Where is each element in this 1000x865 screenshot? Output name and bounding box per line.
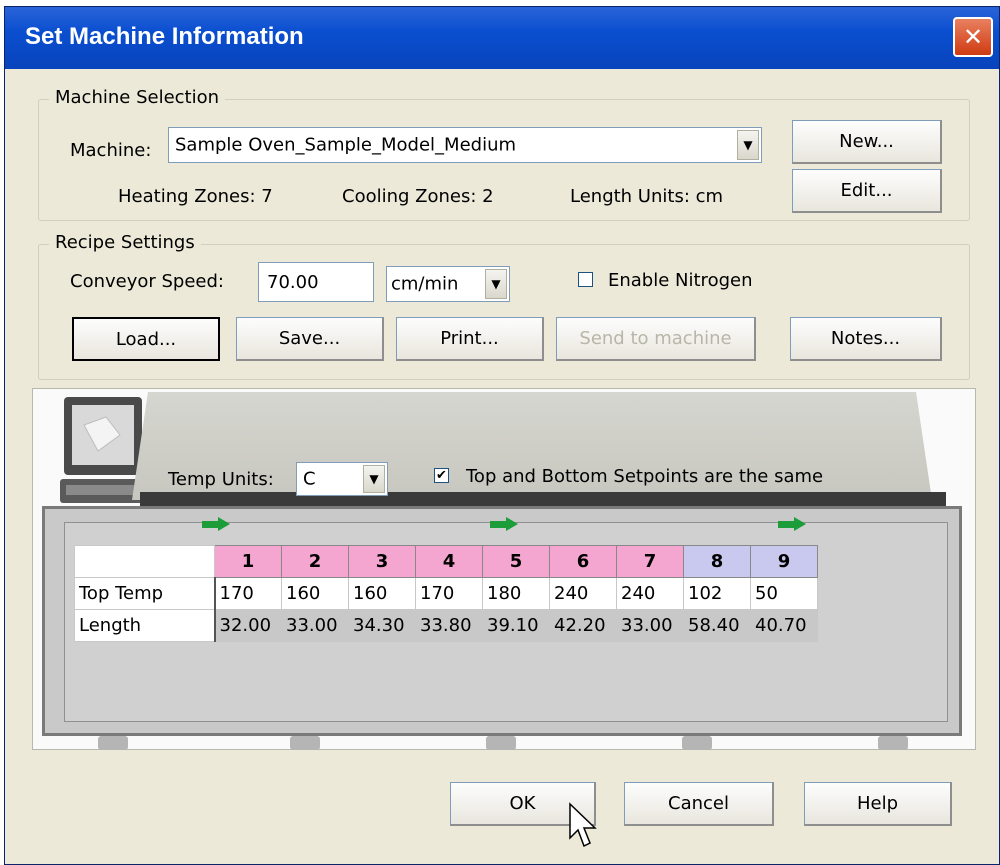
speed-unit-value: cm/min xyxy=(391,273,459,295)
length-row: Length 32.00 33.00 34.30 33.80 39.10 42.… xyxy=(74,609,818,642)
top-temp-cell[interactable]: 160 xyxy=(281,577,349,610)
oven-foot xyxy=(290,736,320,750)
zone-header[interactable]: 5 xyxy=(482,545,550,578)
length-cell: 39.10 xyxy=(482,609,550,642)
top-temp-cell[interactable]: 102 xyxy=(683,577,751,610)
top-temp-row-label: Top Temp xyxy=(74,577,216,610)
new-machine-button[interactable]: New... xyxy=(792,120,942,164)
heating-zones-info: Heating Zones: 7 xyxy=(118,186,273,207)
same-setpoints-checkbox[interactable]: ✔ xyxy=(434,468,449,483)
zone-header[interactable]: 2 xyxy=(281,545,349,578)
cancel-button[interactable]: Cancel xyxy=(624,782,774,826)
zone-header[interactable]: 3 xyxy=(348,545,416,578)
zone-header[interactable]: 4 xyxy=(415,545,483,578)
machine-select[interactable]: Sample Oven_Sample_Model_Medium ▼ xyxy=(168,127,762,163)
help-button[interactable]: Help xyxy=(804,782,952,826)
length-cell: 58.40 xyxy=(683,609,751,642)
machine-select-value: Sample Oven_Sample_Model_Medium xyxy=(175,134,517,156)
speed-unit-select[interactable]: cm/min ▼ xyxy=(386,266,510,302)
top-temp-cell[interactable]: 240 xyxy=(549,577,617,610)
zone-header[interactable]: 8 xyxy=(683,545,751,578)
top-temp-cell[interactable]: 160 xyxy=(348,577,416,610)
chevron-down-icon[interactable]: ▼ xyxy=(485,269,507,299)
machine-label: Machine: xyxy=(70,140,152,161)
oven-foot xyxy=(878,736,908,750)
cooling-zones-info: Cooling Zones: 2 xyxy=(342,186,494,207)
table-corner xyxy=(74,545,215,578)
length-cell: 42.20 xyxy=(549,609,617,642)
length-cell: 33.00 xyxy=(616,609,684,642)
flow-arrow-icon xyxy=(490,517,520,531)
chevron-down-icon[interactable]: ▼ xyxy=(363,465,385,493)
notes-button[interactable]: Notes... xyxy=(790,317,942,361)
save-button[interactable]: Save... xyxy=(236,317,384,361)
zones-table: 1 2 3 4 5 6 7 8 9 Top Temp 170 160 160 1… xyxy=(74,545,818,642)
zone-header[interactable]: 7 xyxy=(616,545,684,578)
length-cell: 34.30 xyxy=(348,609,416,642)
zone-header-row: 1 2 3 4 5 6 7 8 9 xyxy=(74,545,818,578)
conveyor-speed-label: Conveyor Speed: xyxy=(70,271,224,292)
temp-units-value: C xyxy=(303,468,316,490)
edit-machine-button[interactable]: Edit... xyxy=(792,169,942,213)
length-cell: 40.70 xyxy=(750,609,818,642)
dialog-title: Set Machine Information xyxy=(25,23,304,50)
chevron-down-icon[interactable]: ▼ xyxy=(737,130,759,160)
flow-arrow-icon xyxy=(778,517,808,531)
top-temp-cell[interactable]: 170 xyxy=(415,577,483,610)
send-to-machine-button: Send to machine xyxy=(556,317,756,361)
oven-foot xyxy=(486,736,516,750)
title-bar[interactable]: Set Machine Information ✕ xyxy=(5,7,999,69)
oven-foot xyxy=(682,736,712,750)
zone-header[interactable]: 1 xyxy=(214,545,282,578)
temp-units-select[interactable]: C ▼ xyxy=(296,462,388,496)
top-temp-cell[interactable]: 50 xyxy=(750,577,818,610)
close-button[interactable]: ✕ xyxy=(953,17,993,57)
top-temp-cell[interactable]: 170 xyxy=(214,577,282,610)
machine-selection-legend: Machine Selection xyxy=(49,87,226,108)
load-button[interactable]: Load... xyxy=(72,317,220,361)
top-temp-cell[interactable]: 180 xyxy=(482,577,550,610)
oven-hood-edge xyxy=(140,492,946,506)
mouse-cursor-icon xyxy=(569,802,597,848)
zone-header[interactable]: 6 xyxy=(549,545,617,578)
top-temp-row: Top Temp 170 160 160 170 180 240 240 102… xyxy=(74,577,818,610)
top-temp-cell[interactable]: 240 xyxy=(616,577,684,610)
length-units-info: Length Units: cm xyxy=(570,186,724,207)
zone-header[interactable]: 9 xyxy=(750,545,818,578)
enable-nitrogen-checkbox[interactable] xyxy=(578,272,593,287)
temp-units-label: Temp Units: xyxy=(168,469,274,490)
length-cell: 33.80 xyxy=(415,609,483,642)
same-setpoints-label[interactable]: Top and Bottom Setpoints are the same xyxy=(466,466,823,487)
flow-arrow-icon xyxy=(202,517,232,531)
length-cell: 32.00 xyxy=(214,609,282,642)
length-cell: 33.00 xyxy=(281,609,349,642)
recipe-settings-legend: Recipe Settings xyxy=(49,232,201,253)
oven-foot xyxy=(98,736,128,750)
conveyor-speed-input[interactable]: 70.00 xyxy=(258,262,374,302)
print-button[interactable]: Print... xyxy=(396,317,544,361)
enable-nitrogen-label[interactable]: Enable Nitrogen xyxy=(608,270,752,291)
length-row-label: Length xyxy=(74,609,216,642)
